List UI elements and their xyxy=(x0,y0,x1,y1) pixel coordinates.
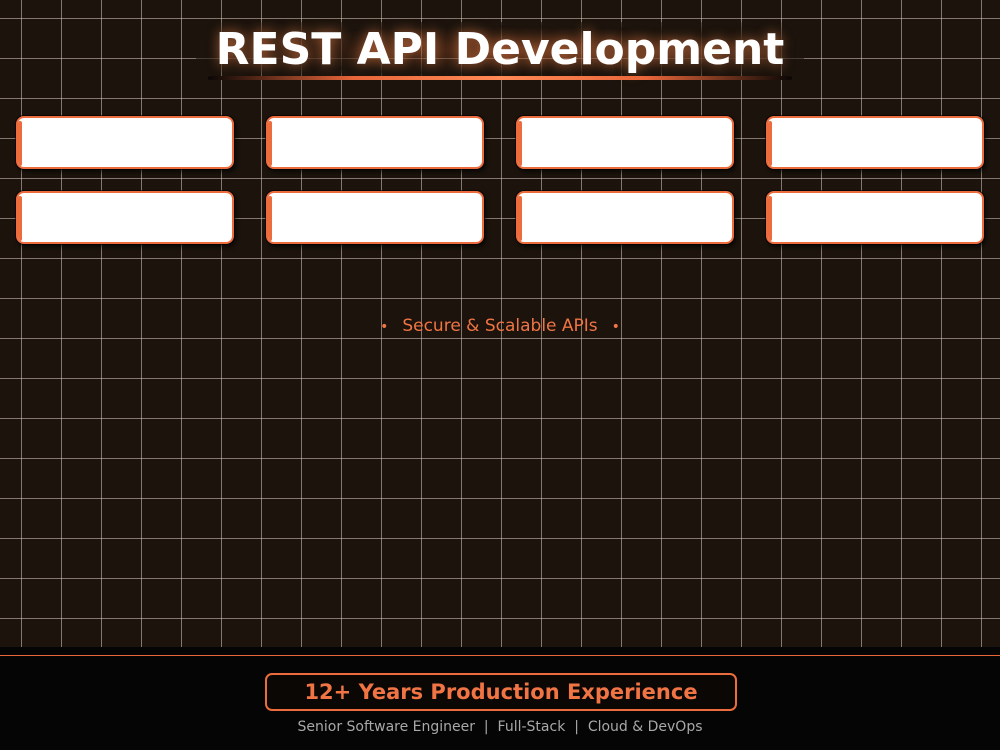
card-accent xyxy=(518,121,522,166)
feature-card xyxy=(16,191,234,244)
card-accent xyxy=(18,121,22,166)
card-accent xyxy=(518,196,522,241)
slide: REST API Development • Secure & Scalable… xyxy=(0,0,1000,750)
feature-card xyxy=(516,116,734,169)
footer: 12+ Years Production Experience Senior S… xyxy=(0,647,1000,750)
footer-divider xyxy=(0,655,1000,656)
bullet-icon: • xyxy=(611,319,620,335)
tagline-text: Secure & Scalable APIs xyxy=(402,316,598,336)
page-title: REST API Development xyxy=(195,22,805,78)
feature-card xyxy=(266,116,484,169)
card-accent xyxy=(768,121,772,166)
feature-card xyxy=(516,191,734,244)
card-accent xyxy=(768,196,772,241)
title-underline xyxy=(208,76,792,80)
title-container: REST API Development xyxy=(0,22,1000,78)
feature-card xyxy=(766,116,984,169)
card-accent xyxy=(268,196,272,241)
card-accent xyxy=(18,196,22,241)
tagline: • Secure & Scalable APIs • xyxy=(0,316,1000,337)
feature-card xyxy=(266,191,484,244)
role-subtitle: Senior Software Engineer | Full-Stack | … xyxy=(297,719,703,735)
bullet-icon: • xyxy=(380,319,389,335)
feature-card xyxy=(766,191,984,244)
experience-badge: 12+ Years Production Experience xyxy=(265,673,737,711)
feature-card xyxy=(16,116,234,169)
card-accent xyxy=(268,121,272,166)
